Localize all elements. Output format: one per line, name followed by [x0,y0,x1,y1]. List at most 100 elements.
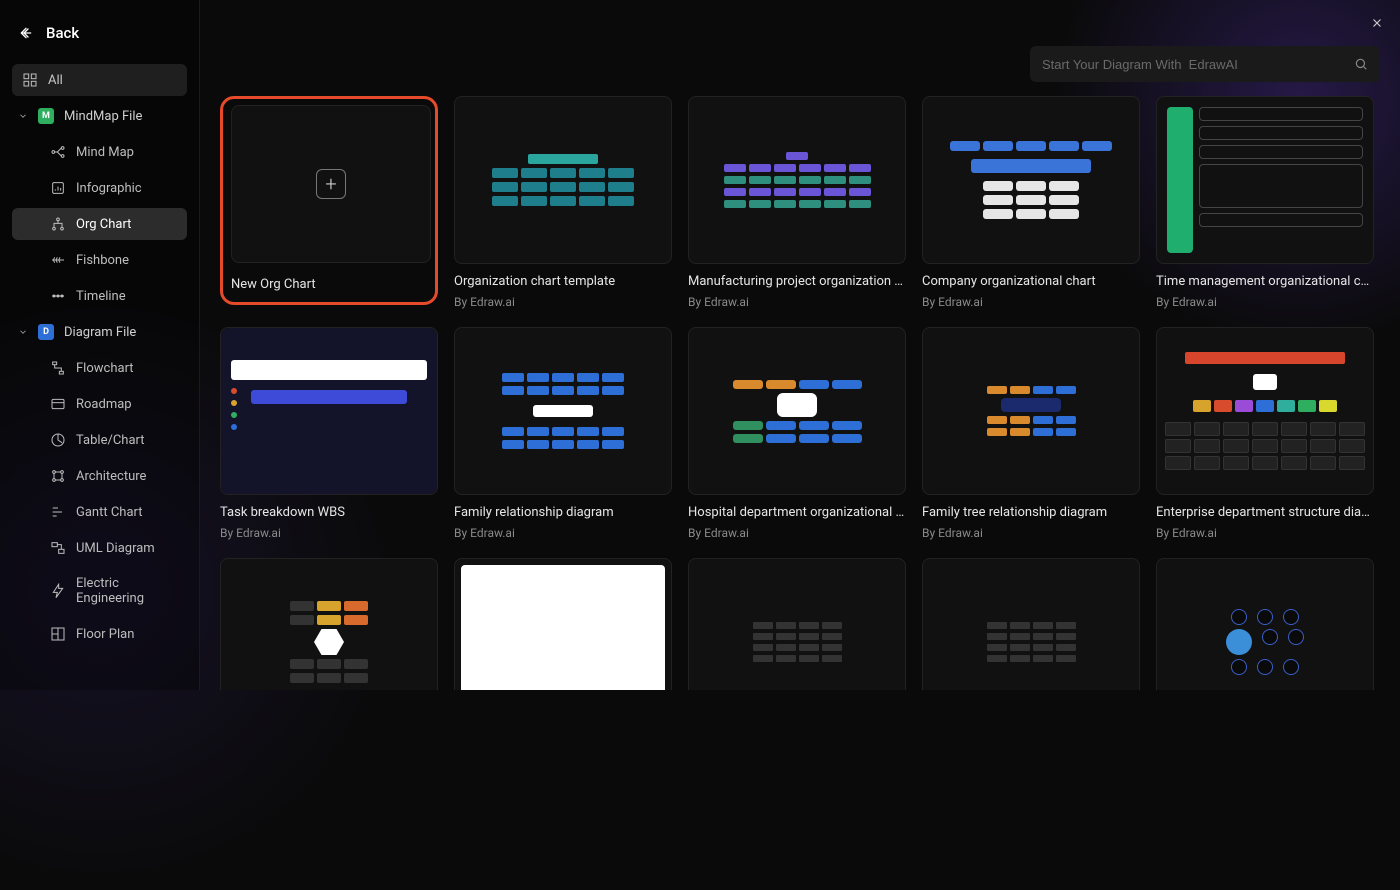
highlight-outline: + New Org Chart [220,96,438,305]
template-title: Family relationship diagram [454,505,672,520]
template-card[interactable]: Enterprise department structure diag... B… [1156,327,1374,540]
template-author: By Edraw.ai [220,526,438,540]
sidebar-group-mindmap[interactable]: M MindMap File [12,100,187,132]
file-tag-icon: D [38,324,54,340]
template-thumbnail [688,327,906,495]
template-card[interactable] [220,558,438,690]
fishbone-icon [50,252,66,268]
search-icon [1354,57,1368,71]
template-card[interactable] [454,558,672,690]
template-thumbnail [1156,327,1374,495]
template-card[interactable]: Manufacturing project organization c... B… [688,96,906,309]
sidebar-item-uml-diagram[interactable]: UML Diagram [12,532,187,564]
org-chart-icon [50,216,66,232]
flowchart-icon [50,360,66,376]
sidebar-item-timeline[interactable]: Timeline [12,280,187,312]
sidebar-item-label: Roadmap [76,397,132,412]
template-card[interactable] [688,558,906,690]
template-grid-scroll[interactable]: + New Org Chart Organization chart templa… [200,82,1400,690]
timeline-icon [50,288,66,304]
sidebar-item-table-chart[interactable]: Table/Chart [12,424,187,456]
template-thumbnail [220,327,438,495]
template-thumbnail [922,96,1140,264]
sidebar-item-org-chart[interactable]: Org Chart [12,208,187,240]
template-title: New Org Chart [231,277,427,292]
template-thumbnail [688,96,906,264]
template-author: By Edraw.ai [1156,295,1374,309]
back-label: Back [46,24,79,42]
template-title: Company organizational chart [922,274,1140,289]
template-card[interactable]: Hospital department organizational c... B… [688,327,906,540]
template-author: By Edraw.ai [1156,526,1374,540]
sidebar-item-label: Org Chart [76,217,131,232]
sidebar-item-label: UML Diagram [76,541,155,556]
template-grid: + New Org Chart Organization chart templa… [220,96,1380,690]
template-card[interactable]: Task breakdown WBS By Edraw.ai [220,327,438,540]
sidebar-item-gantt-chart[interactable]: Gantt Chart [12,496,187,528]
template-thumbnail [1156,96,1374,264]
sidebar-item-flowchart[interactable]: Flowchart [12,352,187,384]
sidebar-item-label: Gantt Chart [76,505,143,520]
template-card[interactable] [922,558,1140,690]
sidebar-item-architecture[interactable]: Architecture [12,460,187,492]
template-card[interactable] [1156,558,1374,690]
chevron-down-icon [18,327,28,337]
back-button[interactable]: Back [12,20,187,46]
chevron-down-icon [18,111,28,121]
template-author: By Edraw.ai [688,526,906,540]
template-thumbnail [454,327,672,495]
sidebar-item-all[interactable]: All [12,64,187,96]
template-thumbnail [454,96,672,264]
template-title: Hospital department organizational c... [688,505,906,520]
new-org-chart-card[interactable]: + New Org Chart [220,96,438,309]
template-title: Time management organizational chart [1156,274,1374,289]
template-thumbnail [922,558,1140,690]
template-title: Manufacturing project organization c... [688,274,906,289]
template-author: By Edraw.ai [688,295,906,309]
uml-icon [50,540,66,556]
sidebar-item-electric-engineering[interactable]: Electric Engineering [12,568,187,614]
sidebar-item-mind-map[interactable]: Mind Map [12,136,187,168]
template-title: Task breakdown WBS [220,505,438,520]
plus-icon: + [316,169,346,199]
template-author: By Edraw.ai [454,526,672,540]
electric-icon [50,583,66,599]
architecture-icon [50,468,66,484]
template-card[interactable]: Family tree relationship diagram By Edraw… [922,327,1140,540]
template-title: Family tree relationship diagram [922,505,1140,520]
template-card[interactable]: Family relationship diagram By Edraw.ai [454,327,672,540]
sidebar-item-label: Mind Map [76,145,134,160]
arrow-left-icon [18,25,34,41]
sidebar-all-label: All [48,73,63,88]
sidebar-item-label: Timeline [76,289,126,304]
search-bar[interactable] [1030,46,1380,82]
table-chart-icon [50,432,66,448]
search-input[interactable] [1042,57,1346,72]
sidebar-group-diagram[interactable]: D Diagram File [12,316,187,348]
template-card[interactable]: Time management organizational chart By E… [1156,96,1374,309]
template-thumbnail [688,558,906,690]
sidebar: Back All M MindMap File Mind Map Infogra… [0,0,200,690]
sidebar-item-label: Electric Engineering [76,576,177,606]
template-title: Enterprise department structure diag... [1156,505,1374,520]
template-author: By Edraw.ai [454,295,672,309]
sidebar-item-floor-plan[interactable]: Floor Plan [12,618,187,650]
sidebar-group-label: MindMap File [64,109,142,124]
template-thumbnail [454,558,672,690]
sidebar-item-roadmap[interactable]: Roadmap [12,388,187,420]
template-title: Organization chart template [454,274,672,289]
sidebar-item-label: Architecture [76,469,146,484]
mindmap-icon [50,144,66,160]
sidebar-item-infographic[interactable]: Infographic [12,172,187,204]
template-thumbnail [922,327,1140,495]
floor-plan-icon [50,626,66,642]
close-icon [1370,16,1384,30]
template-card[interactable]: Company organizational chartBy Edraw.ai [922,96,1140,309]
template-author: By Edraw.ai [922,526,1140,540]
gantt-icon [50,504,66,520]
template-card[interactable]: Organization chart template By Edraw.ai [454,96,672,309]
sidebar-item-label: Flowchart [76,361,134,376]
close-button[interactable] [1368,14,1386,32]
grid-icon [22,72,38,88]
sidebar-item-fishbone[interactable]: Fishbone [12,244,187,276]
